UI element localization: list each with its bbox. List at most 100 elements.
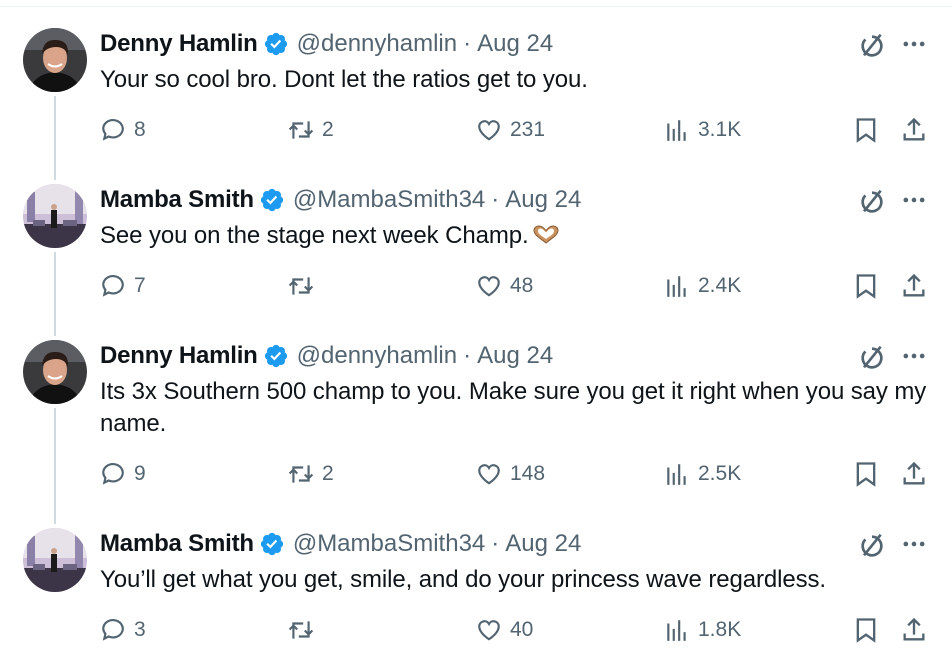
reply-icon <box>102 462 124 485</box>
views-count: 2.5K <box>698 462 742 485</box>
verified-badge-icon <box>260 188 283 212</box>
avatar[interactable] <box>23 28 87 92</box>
avatar[interactable] <box>23 184 87 248</box>
retweet-icon <box>288 465 314 483</box>
heart-hands-emoji <box>533 225 559 244</box>
reply-count: 9 <box>134 462 146 485</box>
retweet-icon <box>288 621 314 639</box>
tweet-date[interactable]: Aug 24 <box>505 530 581 558</box>
user-handle[interactable]: @MambaSmith34 <box>293 186 485 214</box>
tweet-date[interactable]: Aug 24 <box>505 186 581 214</box>
like-icon <box>478 120 500 141</box>
reply-count: 8 <box>134 118 146 141</box>
verified-badge-icon <box>264 344 287 368</box>
share-icon[interactable] <box>900 116 928 144</box>
views-icon <box>667 120 686 141</box>
more-icon[interactable] <box>900 186 928 214</box>
avatar[interactable] <box>23 528 87 592</box>
tweet-header: Mamba Smith @MambaSmith34 · Aug 24 <box>100 528 581 560</box>
bookmark-icon[interactable] <box>852 272 880 300</box>
retweet-icon <box>288 121 314 139</box>
more-icon[interactable] <box>900 530 928 558</box>
views-icon <box>667 464 686 485</box>
verified-badge-icon <box>264 32 287 56</box>
views-count: 2.4K <box>698 274 742 297</box>
bookmark-icon[interactable] <box>852 460 880 488</box>
reply-icon <box>102 274 124 297</box>
views-count: 3.1K <box>698 118 742 141</box>
grok-icon[interactable] <box>856 342 888 374</box>
reply-button[interactable]: 9 <box>100 458 146 490</box>
verified-badge-icon <box>260 532 283 556</box>
views-button[interactable]: 2.5K <box>664 458 741 490</box>
tweet-actions: 9 2 148 2.5K <box>0 458 952 490</box>
reply-button[interactable]: 3 <box>100 614 146 646</box>
grok-icon[interactable] <box>856 30 888 62</box>
share-icon[interactable] <box>900 272 928 300</box>
tweet-actions: 8 2 231 3.1K <box>0 114 952 146</box>
like-count: 231 <box>510 118 546 141</box>
like-button[interactable]: 40 <box>476 614 533 646</box>
separator-dot: · <box>463 30 472 57</box>
avatar[interactable] <box>23 340 87 404</box>
grok-icon[interactable] <box>856 530 888 562</box>
bookmark-icon[interactable] <box>852 116 880 144</box>
separator-dot: · <box>491 186 500 213</box>
like-icon <box>478 464 500 485</box>
views-icon <box>667 620 686 641</box>
tweet-text: You’ll get what you get, smile, and do y… <box>100 566 826 593</box>
tweet-text-container: See you on the stage next week Champ. <box>100 220 930 252</box>
reply-count: 7 <box>134 274 146 297</box>
like-icon <box>478 620 500 641</box>
display-name[interactable]: Mamba Smith <box>100 530 254 558</box>
tweet-header: Denny Hamlin @dennyhamlin · Aug 24 <box>100 28 553 60</box>
reply-icon <box>102 618 124 641</box>
user-handle[interactable]: @dennyhamlin <box>297 342 457 370</box>
like-button[interactable]: 48 <box>476 270 533 302</box>
tweet-header: Mamba Smith @MambaSmith34 · Aug 24 <box>100 184 581 216</box>
separator-dot: · <box>491 530 500 557</box>
separator-dot: · <box>463 342 472 369</box>
like-icon <box>478 276 500 297</box>
user-handle[interactable]: @dennyhamlin <box>297 30 457 58</box>
like-button[interactable]: 148 <box>476 458 545 490</box>
tweet-actions: 7 48 2.4K <box>0 270 952 302</box>
retweet-button[interactable] <box>288 270 322 302</box>
reply-count: 3 <box>134 618 146 641</box>
retweet-count: 2 <box>322 462 334 485</box>
like-count: 40 <box>510 618 534 641</box>
reply-thread: Denny Hamlin @dennyhamlin · Aug 24 Your … <box>0 0 952 666</box>
tweet-date[interactable]: Aug 24 <box>477 30 553 58</box>
display-name[interactable]: Denny Hamlin <box>100 342 258 370</box>
like-count: 148 <box>510 462 546 485</box>
tweet-text: Its 3x Southern 500 champ to you. Make s… <box>100 378 927 437</box>
retweet-icon <box>288 277 314 295</box>
tweet-text: Your so cool bro. Dont let the ratios ge… <box>100 66 588 93</box>
retweet-button[interactable]: 2 <box>288 458 334 490</box>
retweet-button[interactable] <box>288 614 322 646</box>
reply-icon <box>102 118 124 141</box>
display-name[interactable]: Mamba Smith <box>100 186 254 214</box>
display-name[interactable]: Denny Hamlin <box>100 30 258 58</box>
retweet-count: 2 <box>322 118 334 141</box>
views-button[interactable]: 2.4K <box>664 270 741 302</box>
tweet-text: See you on the stage next week Champ. <box>100 222 529 249</box>
reply-button[interactable]: 8 <box>100 114 146 146</box>
tweet-date[interactable]: Aug 24 <box>477 342 553 370</box>
share-icon[interactable] <box>900 460 928 488</box>
views-button[interactable]: 3.1K <box>664 114 741 146</box>
more-icon[interactable] <box>900 342 928 370</box>
grok-icon[interactable] <box>856 186 888 218</box>
retweet-button[interactable]: 2 <box>288 114 334 146</box>
tweet-actions: 3 40 1.8K <box>0 614 952 646</box>
share-icon[interactable] <box>900 616 928 644</box>
views-icon <box>667 276 686 297</box>
views-button[interactable]: 1.8K <box>664 614 741 646</box>
like-button[interactable]: 231 <box>476 114 545 146</box>
bookmark-icon[interactable] <box>852 616 880 644</box>
more-icon[interactable] <box>900 30 928 58</box>
like-count: 48 <box>510 274 534 297</box>
reply-button[interactable]: 7 <box>100 270 146 302</box>
user-handle[interactable]: @MambaSmith34 <box>293 530 485 558</box>
tweet-header: Denny Hamlin @dennyhamlin · Aug 24 <box>100 340 553 372</box>
